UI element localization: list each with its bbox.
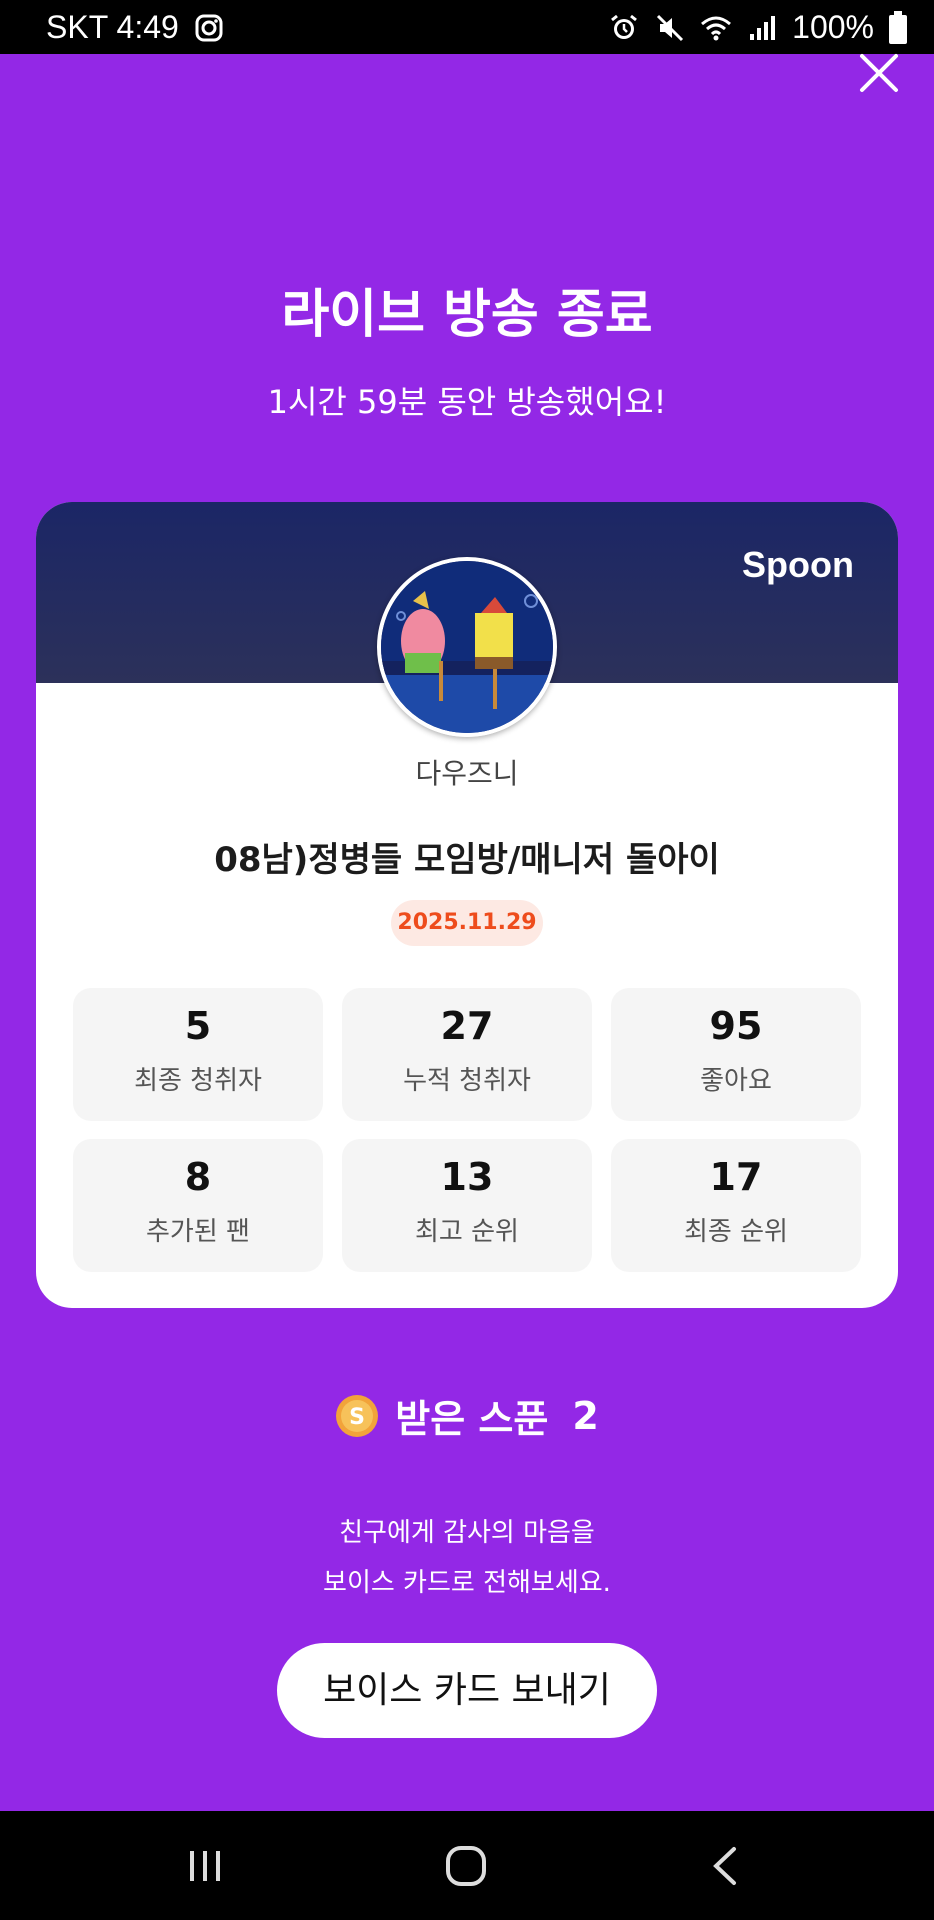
wifi-icon [701, 16, 732, 40]
recent-apps-icon[interactable] [180, 1841, 230, 1891]
alarm-icon [611, 14, 638, 39]
spoon-coin-icon: S [336, 1394, 379, 1437]
status-bar-left: SKT 4:49 [46, 9, 225, 46]
stat-label: 누적 청취자 [403, 1066, 531, 1096]
stat-value: 27 [440, 1004, 494, 1048]
home-icon[interactable] [441, 1841, 491, 1891]
stat-final-rank: 17 최종 순위 [611, 1139, 861, 1272]
date-badge: 2025.11.29 [391, 900, 543, 946]
stat-label: 최종 청취자 [134, 1066, 262, 1096]
message-line-1: 친구에게 감사의 마음을 [339, 1518, 595, 1548]
coin-letter: S [349, 1405, 365, 1430]
navigation-bar [0, 1811, 934, 1920]
room-title: 08남)정병들 모임방/매니저 돌아이 [214, 840, 720, 880]
page-title: 라이브 방송 종료 [281, 285, 653, 345]
stat-final-listeners: 5 최종 청취자 [73, 988, 323, 1121]
stat-label: 최고 순위 [415, 1217, 519, 1247]
battery-icon [889, 10, 907, 44]
status-bar-right: 100% [608, 9, 908, 46]
stat-label: 추가된 팬 [146, 1217, 250, 1247]
message-line-2: 보이스 카드로 전해보세요. [323, 1568, 611, 1598]
host-nickname: 다우즈니 [415, 757, 519, 790]
carrier-time: SKT 4:49 [46, 9, 179, 45]
stat-value: 8 [184, 1155, 212, 1199]
stat-new-fans: 8 추가된 팬 [73, 1139, 323, 1272]
stat-label: 최종 순위 [684, 1217, 788, 1247]
signal-icon [750, 15, 776, 40]
back-icon[interactable] [702, 1841, 752, 1891]
status-bar: SKT 4:49 100% [0, 0, 934, 54]
stat-value: 5 [184, 1004, 212, 1048]
stat-best-rank: 13 최고 순위 [342, 1139, 592, 1272]
stat-value: 17 [709, 1155, 763, 1199]
instagram-icon [195, 14, 223, 41]
brand-logo: Spoon [742, 544, 854, 585]
avatar-image [381, 561, 553, 733]
close-icon[interactable] [854, 48, 904, 98]
stat-total-listeners: 27 누적 청취자 [342, 988, 592, 1121]
mute-icon [657, 14, 684, 41]
spoons-received: S 받은 스푼 2 [0, 1388, 934, 1443]
broadcast-duration: 1시간 59분 동안 방송했어요! [267, 383, 667, 421]
stats-grid: 5 최종 청취자 27 누적 청취자 95 좋아요 8 추가된 팬 13 최고 … [73, 988, 862, 1272]
stat-value: 95 [709, 1004, 763, 1048]
battery-percent: 100% [792, 9, 874, 45]
avatar [377, 557, 557, 737]
stat-label: 좋아요 [700, 1066, 772, 1096]
stat-likes: 95 좋아요 [611, 988, 861, 1121]
broadcast-summary-card: Spoon 다우즈니 08남)정병들 모임방/매니저 돌아이 2025.11.2… [36, 502, 898, 1308]
spoons-count: 2 [572, 1393, 599, 1438]
stat-value: 13 [440, 1155, 494, 1199]
send-voice-card-button[interactable]: 보이스 카드 보내기 [277, 1643, 657, 1738]
spoons-label: 받은 스푼 [395, 1397, 549, 1441]
